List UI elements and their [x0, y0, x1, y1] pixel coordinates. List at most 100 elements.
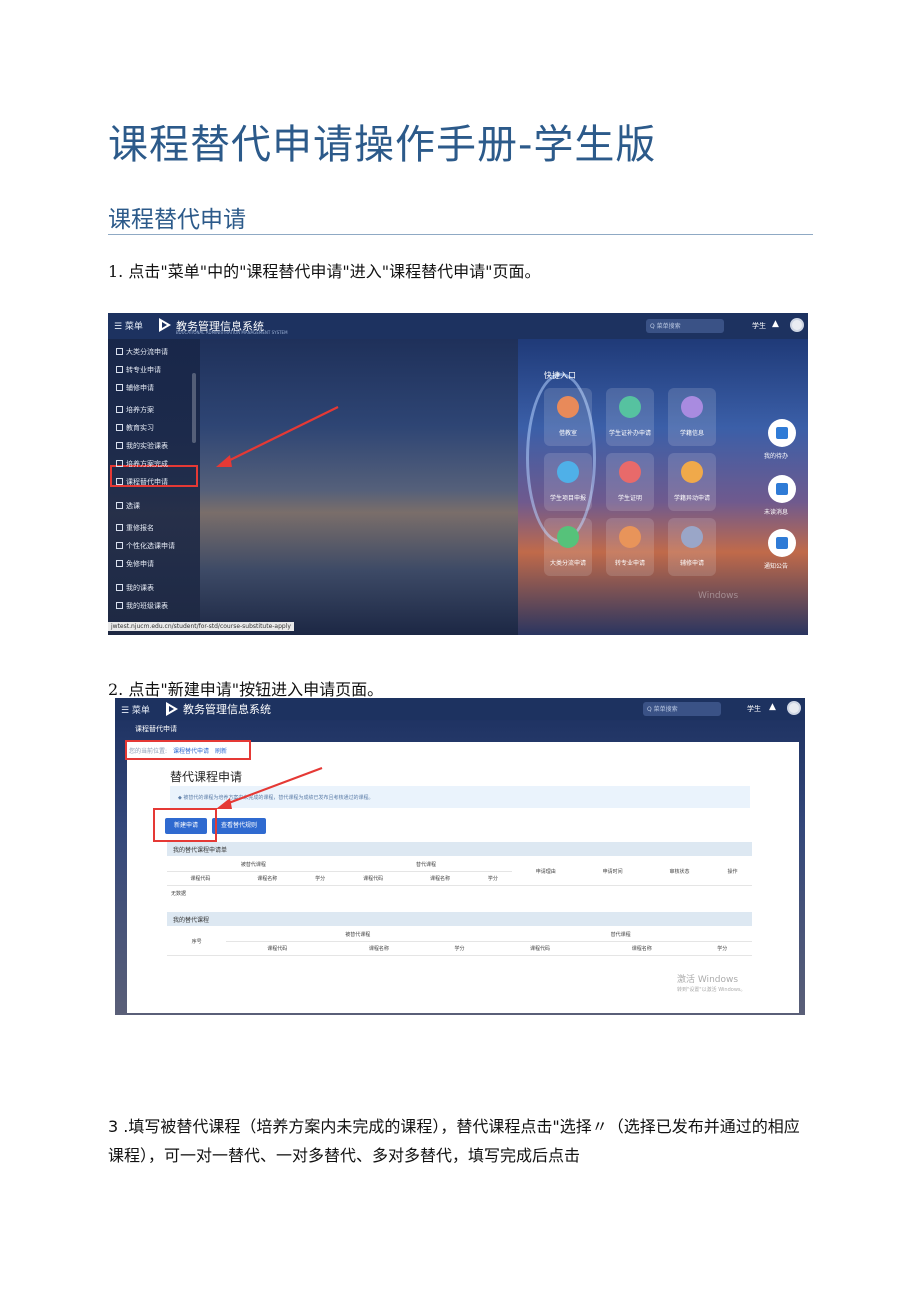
document-icon — [116, 406, 123, 413]
system-title: 教务管理信息系统 — [183, 703, 271, 716]
sidebar-item[interactable]: 我的实验课表 — [116, 441, 168, 451]
sidebar-item[interactable]: 免修申请 — [116, 559, 154, 569]
screenshot-home: ☰ 菜单 教务管理信息系统 EDUCATIONAL ADMINISTRATION… — [108, 313, 808, 635]
section-heading: 课程替代申请 — [108, 207, 246, 233]
document-title: 课程替代申请操作手册-学生版 — [108, 122, 657, 168]
float-button-label: 未读消息 — [764, 509, 789, 516]
col-header: 序号 — [167, 928, 227, 956]
windows-watermark: Windows — [698, 591, 739, 601]
avatar[interactable] — [787, 701, 801, 715]
sidebar-item-label: 我的课表 — [126, 584, 154, 592]
float-button[interactable] — [768, 475, 796, 503]
sidebar-item-label: 免修申请 — [126, 560, 154, 568]
quick-entry-label: 学生项目申报 — [549, 495, 586, 502]
quick-entry-label: 学生证明 — [617, 495, 642, 502]
app-header: ☰ 菜单 教务管理信息系统 Q 菜单搜索 学生 ▲ — [115, 698, 805, 720]
quick-entry-label: 学籍信息 — [679, 430, 704, 437]
highlight-box-new-button — [153, 808, 217, 842]
col-header: 课程名称 — [590, 941, 693, 956]
quick-entry-icon — [557, 526, 579, 548]
quick-entry-icon — [619, 461, 641, 483]
windows-watermark-sub: 转到"设置"以激活 Windows。 — [677, 987, 746, 993]
sidebar-item[interactable]: 我的班级课表 — [116, 601, 168, 611]
sidebar-item[interactable]: 课程替代申请 — [116, 477, 168, 487]
document-icon — [116, 502, 123, 509]
sidebar-item-label: 培养方案完成 — [126, 460, 168, 468]
status-bar-url: jwtest.njucm.edu.cn/student/for-std/cour… — [108, 622, 294, 631]
sidebar-item[interactable]: 培养方案完成 — [116, 459, 168, 469]
col-header: 课程代码 — [167, 871, 234, 886]
quick-entry-label: 大类分流申请 — [549, 560, 586, 567]
role-label[interactable]: 学生 — [752, 321, 766, 331]
col-header: 课程代码 — [226, 941, 329, 956]
page-label: 课程替代申请 — [135, 725, 177, 733]
quick-entry-icon — [557, 396, 579, 418]
sidebar-item-label: 重修报名 — [126, 524, 154, 532]
quick-entry-icon — [681, 396, 703, 418]
document-icon — [116, 348, 123, 355]
document-icon — [116, 384, 123, 391]
sidebar-item[interactable]: 重修报名 — [116, 523, 154, 533]
group-header-replaced: 被替代课程 — [167, 858, 340, 872]
sidebar-item[interactable]: 我的课表 — [116, 583, 154, 593]
quick-entry-label: 借教室 — [558, 430, 577, 437]
avatar[interactable] — [790, 318, 804, 332]
document-icon — [116, 560, 123, 567]
quick-entry-label: 转专业申请 — [614, 560, 645, 567]
document-icon — [116, 460, 123, 467]
col-header: 审核状态 — [646, 858, 713, 886]
sidebar-item-label: 我的班级课表 — [126, 602, 168, 610]
system-subtitle: EDUCATIONAL ADMINISTRATION MANAGEMENT SY… — [176, 330, 288, 335]
float-button-label: 通知公告 — [764, 563, 789, 570]
quick-entry-label: 快捷入口 — [544, 371, 576, 380]
col-header: 申请时间 — [579, 858, 647, 886]
col-header: 学分 — [429, 941, 490, 956]
sidebar-item[interactable]: 培养方案 — [116, 405, 154, 415]
col-header: 申请理由 — [512, 858, 580, 886]
sidebar-item[interactable]: 转专业申请 — [116, 365, 161, 375]
document-icon — [116, 442, 123, 449]
col-header: 操作 — [712, 858, 752, 886]
sidebar-item[interactable]: 选课 — [116, 501, 140, 511]
float-button[interactable] — [768, 529, 796, 557]
group-header-replaced: 被替代课程 — [226, 928, 490, 942]
quick-entry-icon — [681, 526, 703, 548]
document-icon — [116, 424, 123, 431]
sidebar-scrollbar[interactable] — [192, 373, 196, 443]
group-header-replacing: 替代课程 — [489, 928, 752, 942]
arrow-annotation-icon — [216, 766, 323, 809]
col-header: 课程代码 — [339, 871, 407, 886]
windows-watermark: 激活 Windows — [677, 975, 739, 985]
menu-search-input[interactable]: Q 菜单搜索 — [643, 702, 721, 716]
substitute-courses-table: 序号 被替代课程 替代课程 课程代码 课程名称 学分 课程代码 课程名称 学分 — [167, 928, 752, 956]
sidebar-item[interactable]: 大类分流申请 — [116, 347, 168, 357]
sidebar-item[interactable]: 辅修申请 — [116, 383, 154, 393]
sidebar-item-label: 选课 — [126, 502, 140, 510]
col-header: 学分 — [473, 871, 513, 886]
menu-button[interactable]: ☰ 菜单 — [114, 319, 143, 332]
menu-search-input[interactable]: Q 菜单搜索 — [646, 319, 724, 333]
menu-button[interactable]: ☰ 菜单 — [121, 703, 150, 716]
col-header: 课程名称 — [328, 941, 430, 956]
col-header: 课程名称 — [233, 871, 301, 886]
view-rules-button[interactable]: 查看替代规则 — [212, 818, 266, 834]
sidebar-item[interactable]: 教育实习 — [116, 423, 154, 433]
role-label[interactable]: 学生 — [747, 704, 761, 714]
highlight-box-breadcrumb — [125, 740, 251, 760]
empty-state-text: 无数据 — [171, 891, 187, 897]
section-my-applications: 我的替代课程申请单 — [167, 842, 752, 856]
float-button[interactable] — [768, 419, 796, 447]
col-header: 课程代码 — [489, 941, 591, 956]
arrow-annotation-icon — [216, 406, 339, 467]
step-2-text: 2. 点击"新建申请"按钮进入申请页面。 — [108, 680, 384, 699]
quick-entry-label: 学籍异动申请 — [673, 495, 710, 502]
sidebar-item-label: 我的实验课表 — [126, 442, 168, 450]
document-icon — [116, 602, 123, 609]
quick-entry-label: 辅修申请 — [679, 560, 704, 567]
quick-entry-label: 学生证补办申请 — [608, 430, 651, 437]
section-my-substitute-courses: 我的替代课程 — [167, 912, 752, 926]
sidebar-item[interactable]: 个性化选课申请 — [116, 541, 175, 551]
sidebar-item-label: 辅修申请 — [126, 384, 154, 392]
bell-icon[interactable]: ▲ — [769, 702, 776, 712]
bell-icon[interactable]: ▲ — [772, 319, 779, 329]
